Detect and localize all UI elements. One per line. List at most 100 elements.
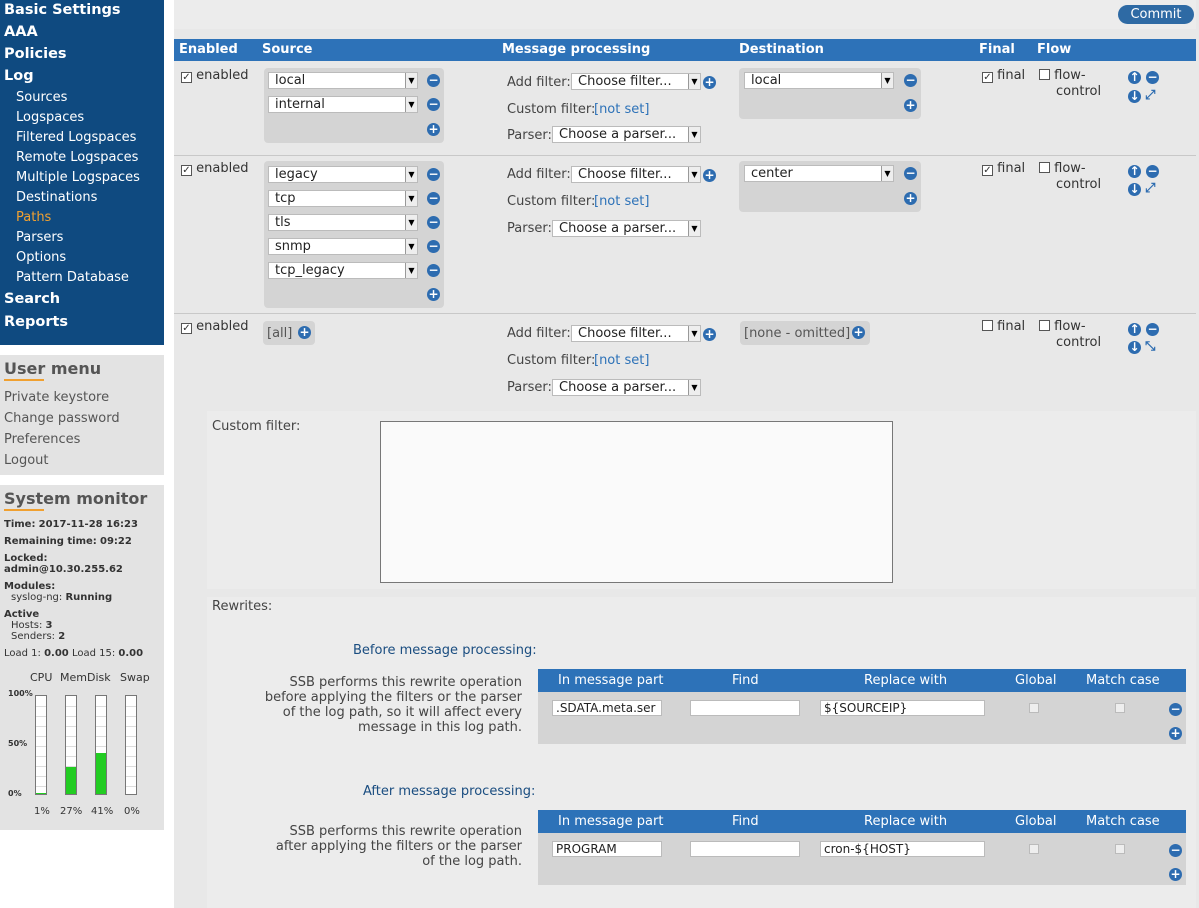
custom-filter-link[interactable]: [not set] [594, 194, 649, 209]
add-icon[interactable]: + [427, 288, 440, 301]
parser-select[interactable]: Choose a parser... ▼ [552, 379, 701, 396]
add-icon[interactable]: + [852, 326, 865, 339]
source-select[interactable]: local ▼ [268, 72, 418, 89]
remove-icon[interactable]: − [1169, 703, 1182, 716]
find-input[interactable] [690, 841, 800, 857]
nav-policies[interactable]: Policies [0, 44, 164, 66]
match-case-checkbox[interactable] [1115, 703, 1125, 713]
message-part-input[interactable]: .SDATA.meta.ser [552, 700, 662, 716]
final-toggle[interactable]: ✓ final [982, 68, 1025, 83]
filter-select[interactable]: Choose filter... ▼ [571, 166, 701, 183]
expand-icon[interactable]: ⤢ [1145, 88, 1155, 103]
replace-input[interactable]: ${SOURCEIP} [820, 700, 985, 716]
destination-list: [none - omitted] + [740, 321, 870, 345]
bar-fill-cpu [36, 793, 46, 794]
source-select[interactable]: tcp_legacy ▼ [268, 262, 418, 279]
custom-filter-textarea[interactable] [380, 421, 893, 583]
flow-control-toggle[interactable]: flow-control [1039, 319, 1101, 351]
add-icon[interactable]: + [904, 192, 917, 205]
global-checkbox[interactable] [1029, 844, 1039, 854]
remove-icon[interactable]: − [427, 98, 440, 111]
expand-icon[interactable]: ⤢ [1145, 181, 1155, 196]
user-menu-change-password[interactable]: Change password [0, 408, 164, 429]
nav-log-remote-logspaces[interactable]: Remote Logspaces [0, 148, 164, 168]
nav-search[interactable]: Search [0, 289, 164, 311]
bar-value-swap: 0% [124, 806, 140, 817]
remove-icon[interactable]: − [427, 192, 440, 205]
filter-select[interactable]: Choose filter... ▼ [571, 73, 701, 90]
final-toggle[interactable]: ✓ final [982, 161, 1025, 176]
nav-log-options[interactable]: Options [0, 248, 164, 268]
move-up-icon[interactable]: ↑ [1128, 71, 1141, 84]
user-menu-logout[interactable]: Logout [0, 450, 164, 471]
user-menu-preferences[interactable]: Preferences [0, 429, 164, 450]
move-down-icon[interactable]: ↓ [1128, 90, 1141, 103]
delete-path-icon[interactable]: − [1146, 71, 1159, 84]
nav-aaa[interactable]: AAA [0, 22, 164, 44]
custom-filter-link[interactable]: [not set] [594, 102, 649, 117]
add-icon[interactable]: + [904, 99, 917, 112]
collapse-icon[interactable]: ⤡ [1145, 339, 1155, 354]
source-select[interactable]: legacy ▼ [268, 166, 418, 183]
remove-icon[interactable]: − [427, 168, 440, 181]
nav-log-pattern-database[interactable]: Pattern Database [0, 268, 164, 288]
add-icon[interactable]: + [1169, 868, 1182, 881]
delete-path-icon[interactable]: − [1146, 323, 1159, 336]
match-case-checkbox[interactable] [1115, 844, 1125, 854]
nav-log-filtered-logspaces[interactable]: Filtered Logspaces [0, 128, 164, 148]
move-down-icon[interactable]: ↓ [1128, 183, 1141, 196]
add-filter-icon[interactable]: + [703, 328, 716, 341]
nav-log-parsers[interactable]: Parsers [0, 228, 164, 248]
remove-icon[interactable]: − [427, 74, 440, 87]
enabled-toggle[interactable]: ✓ enabled [181, 319, 248, 334]
source-select[interactable]: tls ▼ [268, 214, 418, 231]
remove-icon[interactable]: − [904, 74, 917, 87]
source-select[interactable]: tcp ▼ [268, 190, 418, 207]
destination-select[interactable]: local ▼ [744, 72, 894, 89]
nav-reports[interactable]: Reports [0, 312, 164, 334]
dropdown-arrow-icon: ▼ [688, 167, 700, 182]
dropdown-arrow-icon: ▼ [688, 74, 700, 89]
enabled-toggle[interactable]: ✓ enabled [181, 68, 248, 83]
nav-log-sources[interactable]: Sources [0, 88, 164, 108]
remove-icon[interactable]: − [1169, 844, 1182, 857]
destination-select[interactable]: center ▼ [744, 165, 894, 182]
dropdown-arrow-icon: ▼ [688, 380, 700, 395]
parser-select[interactable]: Choose a parser... ▼ [552, 220, 701, 237]
add-filter-icon[interactable]: + [703, 76, 716, 89]
add-filter-icon[interactable]: + [703, 169, 716, 182]
delete-path-icon[interactable]: − [1146, 165, 1159, 178]
remove-icon[interactable]: − [904, 167, 917, 180]
add-icon[interactable]: + [1169, 727, 1182, 740]
parser-select[interactable]: Choose a parser... ▼ [552, 126, 701, 143]
custom-filter-link[interactable]: [not set] [594, 353, 649, 368]
dropdown-arrow-icon: ▼ [405, 167, 417, 182]
filter-select[interactable]: Choose filter... ▼ [571, 325, 701, 342]
move-up-icon[interactable]: ↑ [1128, 323, 1141, 336]
user-menu-private-keystore[interactable]: Private keystore [0, 387, 164, 408]
source-select[interactable]: internal ▼ [268, 96, 418, 113]
replace-input[interactable]: cron-${HOST} [820, 841, 985, 857]
add-icon[interactable]: + [298, 326, 311, 339]
move-down-icon[interactable]: ↓ [1128, 341, 1141, 354]
nav-log-destinations[interactable]: Destinations [0, 188, 164, 208]
global-checkbox[interactable] [1029, 703, 1039, 713]
remove-icon[interactable]: − [427, 216, 440, 229]
nav-log[interactable]: Log [0, 66, 164, 88]
nav-log-multiple-logspaces[interactable]: Multiple Logspaces [0, 168, 164, 188]
remove-icon[interactable]: − [427, 240, 440, 253]
add-icon[interactable]: + [427, 123, 440, 136]
nav-basic-settings[interactable]: Basic Settings [0, 0, 164, 22]
nav-log-paths[interactable]: Paths [0, 208, 164, 228]
remove-icon[interactable]: − [427, 264, 440, 277]
move-up-icon[interactable]: ↑ [1128, 165, 1141, 178]
enabled-toggle[interactable]: ✓ enabled [181, 161, 248, 176]
find-input[interactable] [690, 700, 800, 716]
message-part-input[interactable]: PROGRAM [552, 841, 662, 857]
final-toggle[interactable]: final [982, 319, 1025, 334]
commit-button[interactable]: Commit [1118, 5, 1194, 24]
flow-control-toggle[interactable]: flow-control [1039, 161, 1101, 193]
flow-control-toggle[interactable]: flow-control [1039, 68, 1101, 100]
nav-log-logspaces[interactable]: Logspaces [0, 108, 164, 128]
source-select[interactable]: snmp ▼ [268, 238, 418, 255]
